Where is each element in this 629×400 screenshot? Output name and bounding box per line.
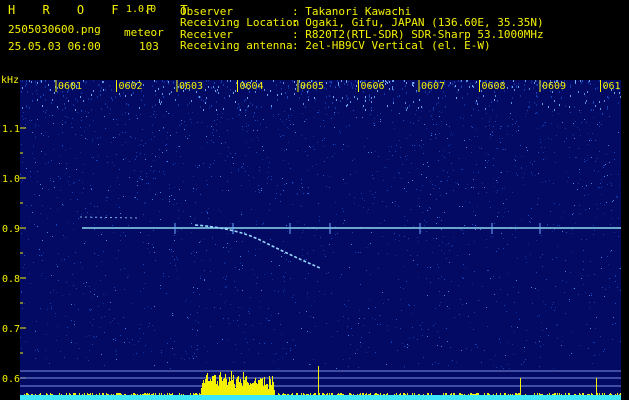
header-panel: H R O F F T 1.0.0 2505030600.png meteor …: [0, 0, 629, 80]
y-tick-label: 1.0: [2, 174, 21, 185]
x-tick-label: 0607: [421, 81, 445, 92]
antenna-value: : 2el-HB9CV Vertical (el. E-W): [292, 39, 491, 52]
x-tick-label: 0604: [240, 81, 264, 92]
meteor-count: 103: [139, 40, 159, 53]
x-tick-label: 0606: [361, 81, 385, 92]
app-title: H R O F F T: [8, 3, 198, 17]
y-axis-unit: kHz: [1, 75, 20, 86]
y-tick-label: 0.6: [2, 374, 21, 385]
noise-layer: [20, 80, 621, 369]
antenna-label: Receiving antenna: [180, 39, 293, 52]
date-time: 25.05.03 06:00: [8, 40, 101, 53]
x-tick-label: 0609: [542, 81, 566, 92]
y-tick-label: 0.8: [2, 274, 21, 285]
x-tick-label: 0603: [179, 81, 203, 92]
x-tick-label: 0602: [119, 81, 143, 92]
app-version: 1.0.0: [126, 4, 157, 15]
file-name: 2505030600.png: [8, 23, 101, 36]
meteor-trace: [79, 216, 141, 219]
spectrogram-plot: 0601 0602 0603 0604 0605 0606 0607 0608 0609 0610: [20, 80, 621, 400]
meteor-label: meteor: [124, 26, 164, 39]
x-tick-label: 0610: [603, 81, 622, 92]
y-tick-label: 0.7: [2, 324, 21, 335]
y-tick-label: 0.9: [2, 224, 21, 235]
x-tick-label: 0605: [300, 81, 324, 92]
x-tick-label: 0601: [58, 81, 82, 92]
x-tick-label: 0608: [482, 81, 506, 92]
spectrogram-svg: 0601 0602 0603 0604 0605 0606 0607 0608 0609 0610: [20, 80, 621, 400]
y-tick-label: 1.1: [2, 124, 21, 135]
